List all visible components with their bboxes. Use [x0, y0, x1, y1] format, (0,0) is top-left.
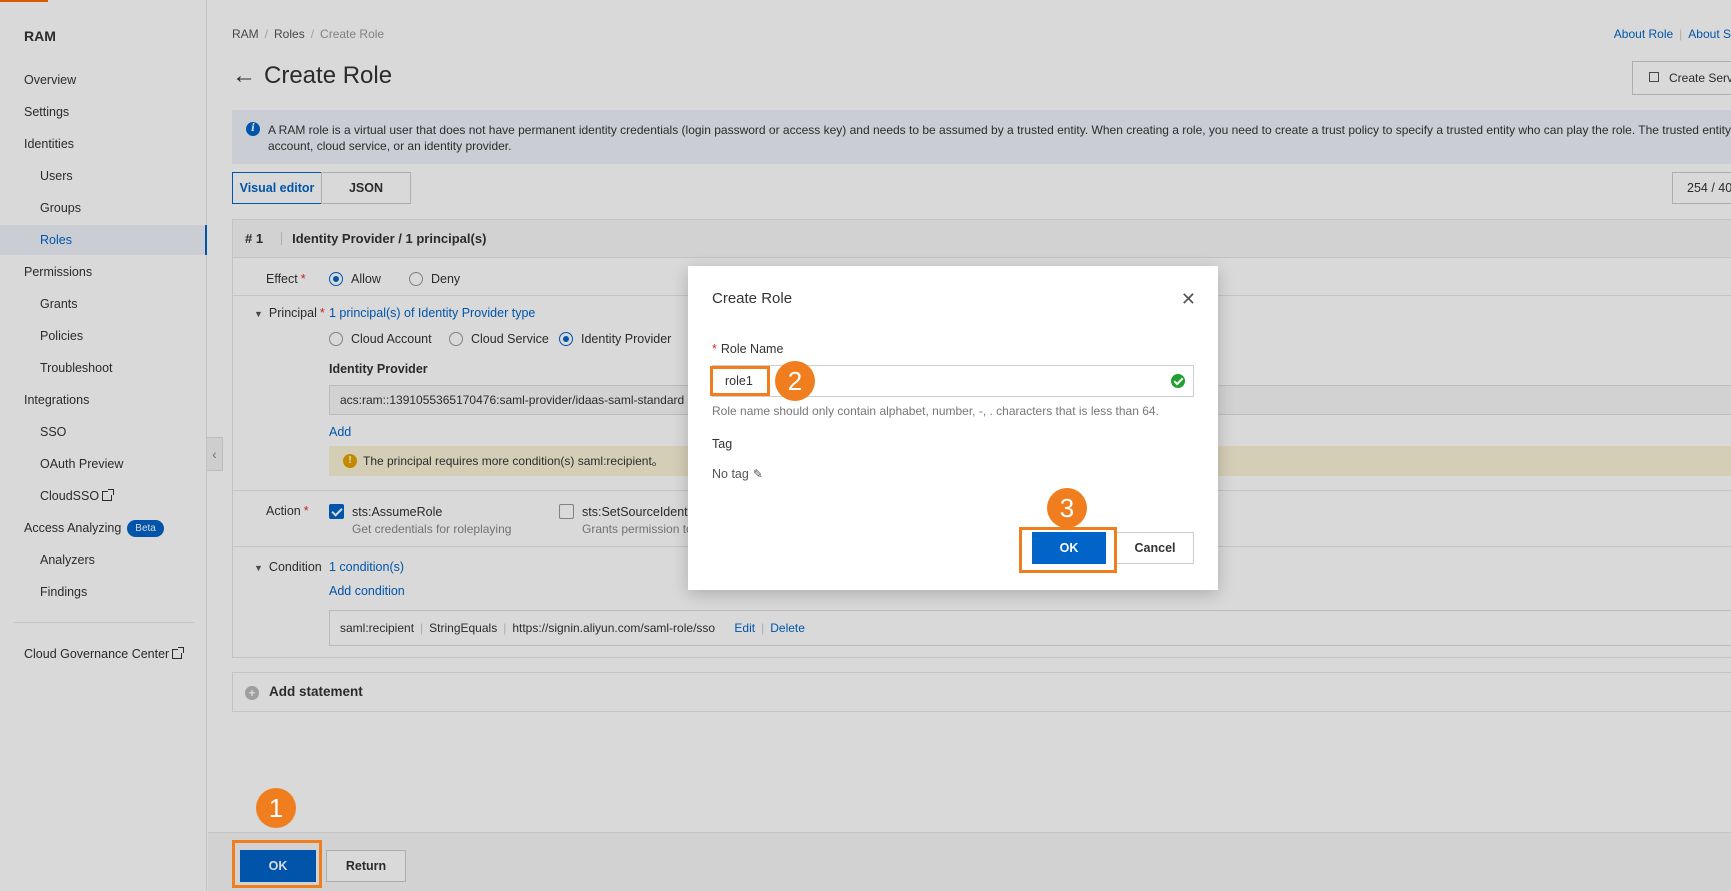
tag-value: No tag ✎	[712, 467, 763, 481]
highlight-footer-ok	[232, 840, 322, 888]
close-icon[interactable]: ✕	[1181, 290, 1196, 308]
tag-label: Tag	[712, 437, 733, 451]
highlight-role-name	[710, 366, 770, 396]
role-name-hint: Role name should only contain alphabet, …	[712, 404, 1159, 418]
role-name-label-text: Role Name	[720, 342, 784, 356]
role-name-label: * Role Name	[712, 342, 783, 356]
step-marker-2: 2	[775, 361, 815, 401]
dialog-title: Create Role	[712, 290, 793, 307]
highlight-dialog-ok	[1019, 527, 1117, 573]
create-role-dialog: Create Role ✕ * Role Name role1 Role name…	[688, 266, 1218, 590]
dialog-cancel-button[interactable]: Cancel	[1116, 532, 1194, 564]
check-circle-icon	[1171, 374, 1185, 388]
step-marker-1: 1	[256, 788, 296, 828]
required-mark: *	[712, 342, 717, 356]
step-marker-3: 3	[1047, 488, 1087, 528]
edit-pencil-icon[interactable]: ✎	[753, 467, 763, 481]
tag-value-text: No tag	[712, 467, 749, 481]
